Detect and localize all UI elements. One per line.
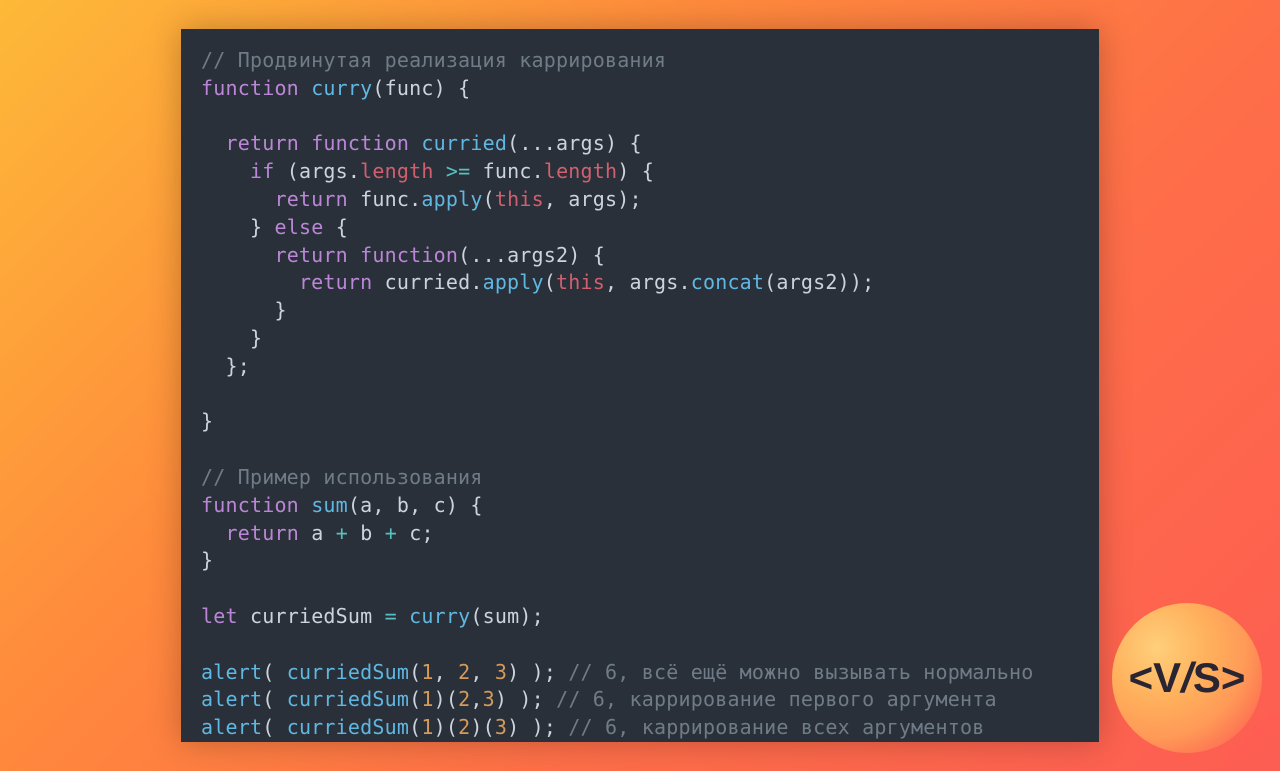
function-call: curriedSum xyxy=(287,660,409,684)
badge-text: <V/S> xyxy=(1129,654,1246,702)
number: 3 xyxy=(495,715,507,739)
identifier: args2 xyxy=(776,270,837,294)
function-name: curried xyxy=(421,131,507,155)
identifier: curried xyxy=(385,270,471,294)
keyword: let xyxy=(201,604,238,628)
this-keyword: this xyxy=(495,187,544,211)
operator: + xyxy=(385,521,397,545)
keyword: function xyxy=(311,131,409,155)
keyword: return xyxy=(225,131,298,155)
identifier: func xyxy=(360,187,409,211)
identifier: args xyxy=(568,187,617,211)
number: 1 xyxy=(421,715,433,739)
keyword: function xyxy=(360,243,458,267)
keyword: function xyxy=(201,76,299,100)
keyword: return xyxy=(225,521,298,545)
keyword: return xyxy=(274,243,347,267)
spread-param: ...args xyxy=(519,131,605,155)
param: a xyxy=(360,493,372,517)
function-name: sum xyxy=(311,493,348,517)
identifier: a xyxy=(311,521,323,545)
function-call: alert xyxy=(201,715,262,739)
param: c xyxy=(434,493,446,517)
param: func xyxy=(385,76,434,100)
keyword: else xyxy=(274,215,323,239)
method: concat xyxy=(691,270,764,294)
operator: + xyxy=(336,521,348,545)
number: 2 xyxy=(458,687,470,711)
vs-badge-icon: <V/S> xyxy=(1112,603,1262,753)
number: 1 xyxy=(421,687,433,711)
identifier: args xyxy=(630,270,679,294)
number: 3 xyxy=(483,687,495,711)
number: 2 xyxy=(458,715,470,739)
operator: = xyxy=(385,604,397,628)
keyword: if xyxy=(250,159,274,183)
function-call: curriedSum xyxy=(287,715,409,739)
number: 1 xyxy=(421,660,433,684)
method: apply xyxy=(421,187,482,211)
function-call: alert xyxy=(201,687,262,711)
identifier: c xyxy=(409,521,421,545)
comment-line: // 6, каррирование первого аргумента xyxy=(556,687,997,711)
number: 3 xyxy=(495,660,507,684)
comment-line: // 6, каррирование всех аргументов xyxy=(568,715,984,739)
property: length xyxy=(360,159,433,183)
identifier: b xyxy=(360,521,372,545)
function-name: curry xyxy=(311,76,372,100)
identifier: func xyxy=(483,159,532,183)
function-call: curriedSum xyxy=(287,687,409,711)
function-call: alert xyxy=(201,660,262,684)
code-pre: // Продвинутая реализация каррирования f… xyxy=(201,47,1079,742)
property: length xyxy=(544,159,617,183)
spread-param: ...args2 xyxy=(470,243,568,267)
keyword: return xyxy=(299,270,372,294)
this-keyword: this xyxy=(556,270,605,294)
code-block: // Продвинутая реализация каррирования f… xyxy=(181,29,1099,742)
identifier: sum xyxy=(483,604,520,628)
identifier: curriedSum xyxy=(250,604,372,628)
comment-line: // 6, всё ещё можно вызывать нормально xyxy=(568,660,1033,684)
identifier: args xyxy=(299,159,348,183)
comment-line: // Пример использования xyxy=(201,465,483,489)
operator: >= xyxy=(446,159,470,183)
param: b xyxy=(397,493,409,517)
method: apply xyxy=(483,270,544,294)
number: 2 xyxy=(458,660,470,684)
keyword: function xyxy=(201,493,299,517)
keyword: return xyxy=(274,187,347,211)
comment-line: // Продвинутая реализация каррирования xyxy=(201,48,666,72)
function-call: curry xyxy=(409,604,470,628)
